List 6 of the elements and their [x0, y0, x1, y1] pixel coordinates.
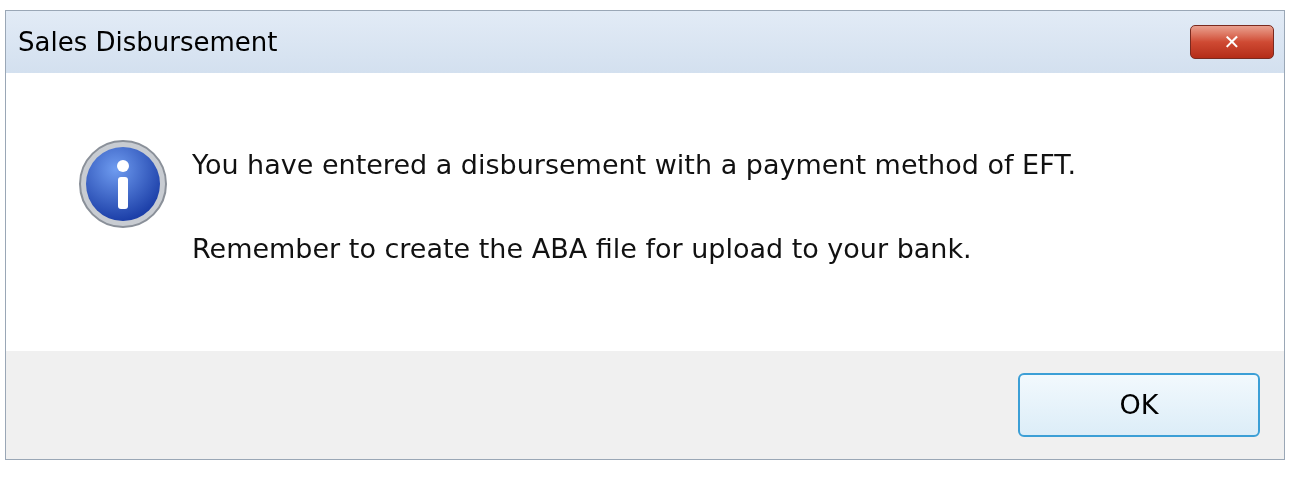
- window-title: Sales Disbursement: [18, 25, 278, 59]
- ok-button[interactable]: OK: [1018, 373, 1260, 437]
- message-text: Remember to create the ABA file for upload to your bank.: [192, 232, 973, 266]
- message-text: You have entered a disbursement with a payment method of EFT.: [192, 148, 1077, 182]
- close-button[interactable]: ✕: [1190, 25, 1274, 59]
- info-icon: [78, 139, 168, 229]
